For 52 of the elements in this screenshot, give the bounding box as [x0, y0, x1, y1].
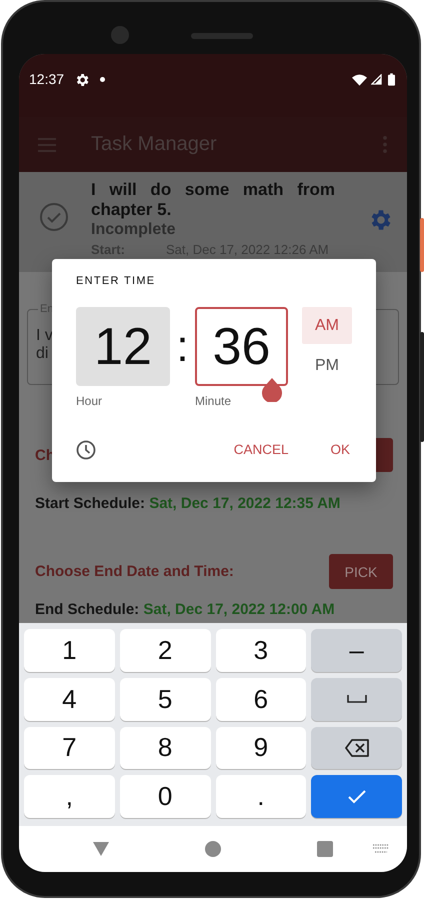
key[interactable]: 2	[120, 629, 210, 672]
key[interactable]: ,	[24, 775, 115, 818]
schedule-text: Start Schedule: Sat, Dec 17, 2022 12:35 AM	[35, 495, 342, 512]
backspace-icon	[344, 738, 369, 757]
task-title: I will do some math from chapter 5.	[91, 180, 335, 220]
field-caption: Minute	[195, 394, 232, 408]
wifi-icon	[352, 74, 367, 86]
time-field[interactable]: 12	[76, 307, 170, 386]
key[interactable]: 9	[216, 726, 306, 770]
pick-button[interactable]: PICK	[329, 554, 393, 589]
clock-icon[interactable]	[76, 440, 96, 460]
backspace-key[interactable]	[311, 726, 402, 770]
signal-icon	[371, 74, 382, 85]
battery-icon	[388, 73, 395, 86]
field-caption: Hour	[76, 394, 104, 408]
side-button[interactable]	[420, 218, 424, 272]
speaker-grille	[191, 33, 253, 39]
recents-icon[interactable]	[317, 841, 333, 857]
key[interactable]: 3	[216, 629, 306, 672]
section-heading: Choose End Date and Time:	[35, 563, 234, 580]
camera-icon	[111, 26, 129, 44]
key[interactable]: 6	[216, 678, 306, 720]
key[interactable]: .	[216, 775, 306, 818]
menu-icon[interactable]	[38, 138, 56, 152]
status-time: 12:37	[29, 71, 64, 87]
key[interactable]: 1	[24, 629, 115, 672]
space-bar-icon	[346, 695, 367, 704]
enter-key[interactable]	[311, 775, 402, 818]
check-icon	[348, 790, 366, 804]
schedule-text: End Schedule: Sat, Dec 17, 2022 12:00 AM	[35, 601, 336, 618]
period-toggle[interactable]: AM	[302, 307, 352, 344]
key[interactable]: 4	[24, 678, 115, 720]
key[interactable]: 7	[24, 726, 115, 770]
key[interactable]: 8	[120, 726, 210, 770]
keyboard-icon[interactable]	[373, 844, 389, 854]
check-circle-icon[interactable]	[39, 202, 69, 232]
key[interactable]: –	[311, 629, 402, 672]
key[interactable]: 0	[120, 775, 210, 818]
field-text: di	[36, 345, 48, 363]
dialog-button[interactable]: OK	[328, 438, 352, 461]
time-field[interactable]: 36	[195, 307, 288, 386]
cursor-handle-icon[interactable]	[261, 378, 283, 402]
period-toggle[interactable]: PM	[302, 347, 352, 384]
settings-icon	[74, 72, 90, 88]
key[interactable]: 5	[120, 678, 210, 720]
home-icon[interactable]	[205, 841, 221, 857]
time-separator: :	[175, 321, 190, 373]
field-text: I v	[36, 327, 53, 345]
back-icon[interactable]	[93, 841, 109, 857]
notification-dot-icon	[100, 77, 106, 82]
dialog-button[interactable]: CANCEL	[232, 438, 290, 461]
dialog-title: ENTER TIME	[76, 275, 156, 287]
